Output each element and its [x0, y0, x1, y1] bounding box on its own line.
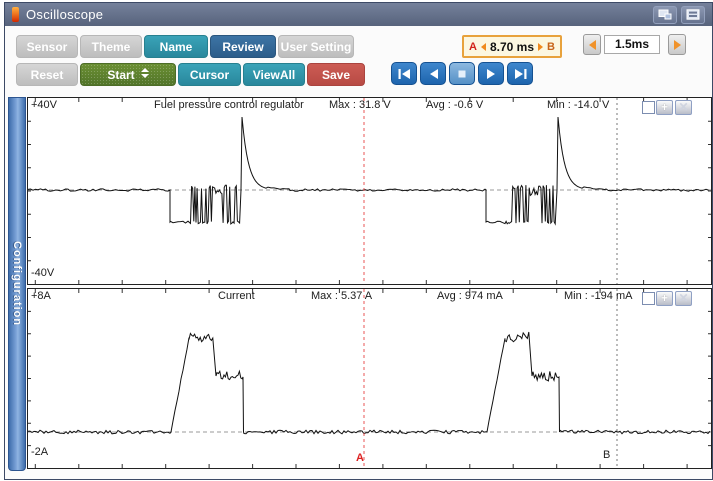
timebase-value: 1.5ms — [604, 35, 660, 54]
toolbar: Sensor Theme Name Review User Setting A … — [5, 26, 712, 96]
ab-time-value: 8.70 ms — [490, 40, 534, 54]
ch2-top-scale: +8A — [31, 290, 51, 302]
play-icon — [486, 69, 497, 79]
window-minimize-icon — [686, 9, 700, 20]
ch1-max-readout: Max : 31.8 V — [329, 99, 391, 111]
skip-to-start-icon — [398, 69, 411, 79]
skip-to-start-button[interactable] — [391, 62, 417, 85]
viewall-button[interactable]: ViewAll — [243, 63, 305, 86]
skip-to-end-icon — [514, 69, 527, 79]
cursor-b-label: B — [603, 449, 610, 461]
timebase-increase-button[interactable] — [668, 34, 686, 55]
grid-ticks — [28, 289, 711, 468]
step-back-button[interactable] — [420, 62, 446, 85]
ab-readout-a-label: A — [469, 41, 477, 53]
ch1-avg-readout: Avg : -0.6 V — [426, 99, 483, 111]
start-button[interactable]: Start — [80, 63, 176, 86]
ch1-bottom-scale: -40V — [31, 267, 54, 279]
ch1-checkbox[interactable] — [642, 101, 655, 114]
configuration-tab[interactable]: Configuration — [8, 97, 26, 471]
waveform-trace — [28, 117, 709, 224]
ch1-close-button[interactable]: ✕ — [675, 100, 692, 115]
channel-panel-1: +40V Fuel pressure control regulator Max… — [27, 97, 712, 285]
ch2-checkbox[interactable] — [642, 292, 655, 305]
cursor-a-label: A — [356, 452, 364, 464]
channel-panel-2: +8A Current Max : 5.37 A Avg : 974 mA Mi… — [27, 288, 712, 469]
ch2-min-readout: Min : -194 mA — [564, 290, 632, 302]
ch1-signal-name: Fuel pressure control regulator — [154, 99, 304, 111]
ab-readout-b-label: B — [547, 41, 555, 53]
reset-button[interactable]: Reset — [16, 63, 78, 86]
app-icon — [12, 7, 19, 22]
b-marker-arrow-icon — [538, 43, 543, 51]
start-button-label: Start — [107, 68, 134, 82]
ch2-avg-readout: Avg : 974 mA — [437, 290, 503, 302]
ch1-zoom-button[interactable]: + — [656, 100, 673, 115]
user-setting-button[interactable]: User Setting — [278, 35, 354, 58]
ab-time-readout: A 8.70 ms B — [462, 35, 562, 58]
window-minimize-button[interactable] — [681, 6, 705, 24]
save-button[interactable]: Save — [307, 63, 365, 86]
ch1-min-readout: Min : -14.0 V — [547, 99, 609, 111]
channel1-plot — [28, 98, 711, 284]
oscilloscope-window: Oscilloscope Sensor Theme Name Review U — [4, 2, 713, 480]
stop-icon — [457, 69, 467, 79]
ch1-top-scale: +40V — [31, 99, 57, 111]
name-button[interactable]: Name — [144, 35, 208, 58]
cursor-button[interactable]: Cursor — [178, 63, 241, 86]
window-restore-button[interactable] — [653, 6, 677, 24]
left-arrow-icon — [589, 40, 596, 50]
configuration-tab-label: Configuration — [11, 241, 23, 326]
theme-button[interactable]: Theme — [80, 35, 142, 58]
ch2-signal-name: Current — [218, 290, 255, 302]
channel2-plot — [28, 289, 711, 468]
ch2-close-button[interactable]: ✕ — [675, 291, 692, 306]
review-button[interactable]: Review — [210, 35, 276, 58]
skip-to-end-button[interactable] — [507, 62, 533, 85]
step-back-icon — [428, 69, 439, 79]
ch2-bottom-scale: -2A — [31, 446, 48, 458]
waveform-trace — [28, 332, 710, 434]
window-controls — [653, 6, 712, 24]
sensor-button[interactable]: Sensor — [16, 35, 78, 58]
stop-button[interactable] — [449, 62, 475, 85]
timebase-decrease-button[interactable] — [583, 34, 601, 55]
window-title: Oscilloscope — [26, 7, 103, 22]
window-restore-icon — [658, 9, 672, 20]
start-spinner-icon — [141, 68, 149, 78]
right-arrow-icon — [674, 40, 681, 50]
transport-controls — [391, 62, 533, 85]
a-marker-arrow-icon — [481, 43, 486, 51]
play-button[interactable] — [478, 62, 504, 85]
titlebar: Oscilloscope — [5, 3, 712, 26]
ch2-zoom-button[interactable]: + — [656, 291, 673, 306]
ch2-max-readout: Max : 5.37 A — [311, 290, 372, 302]
